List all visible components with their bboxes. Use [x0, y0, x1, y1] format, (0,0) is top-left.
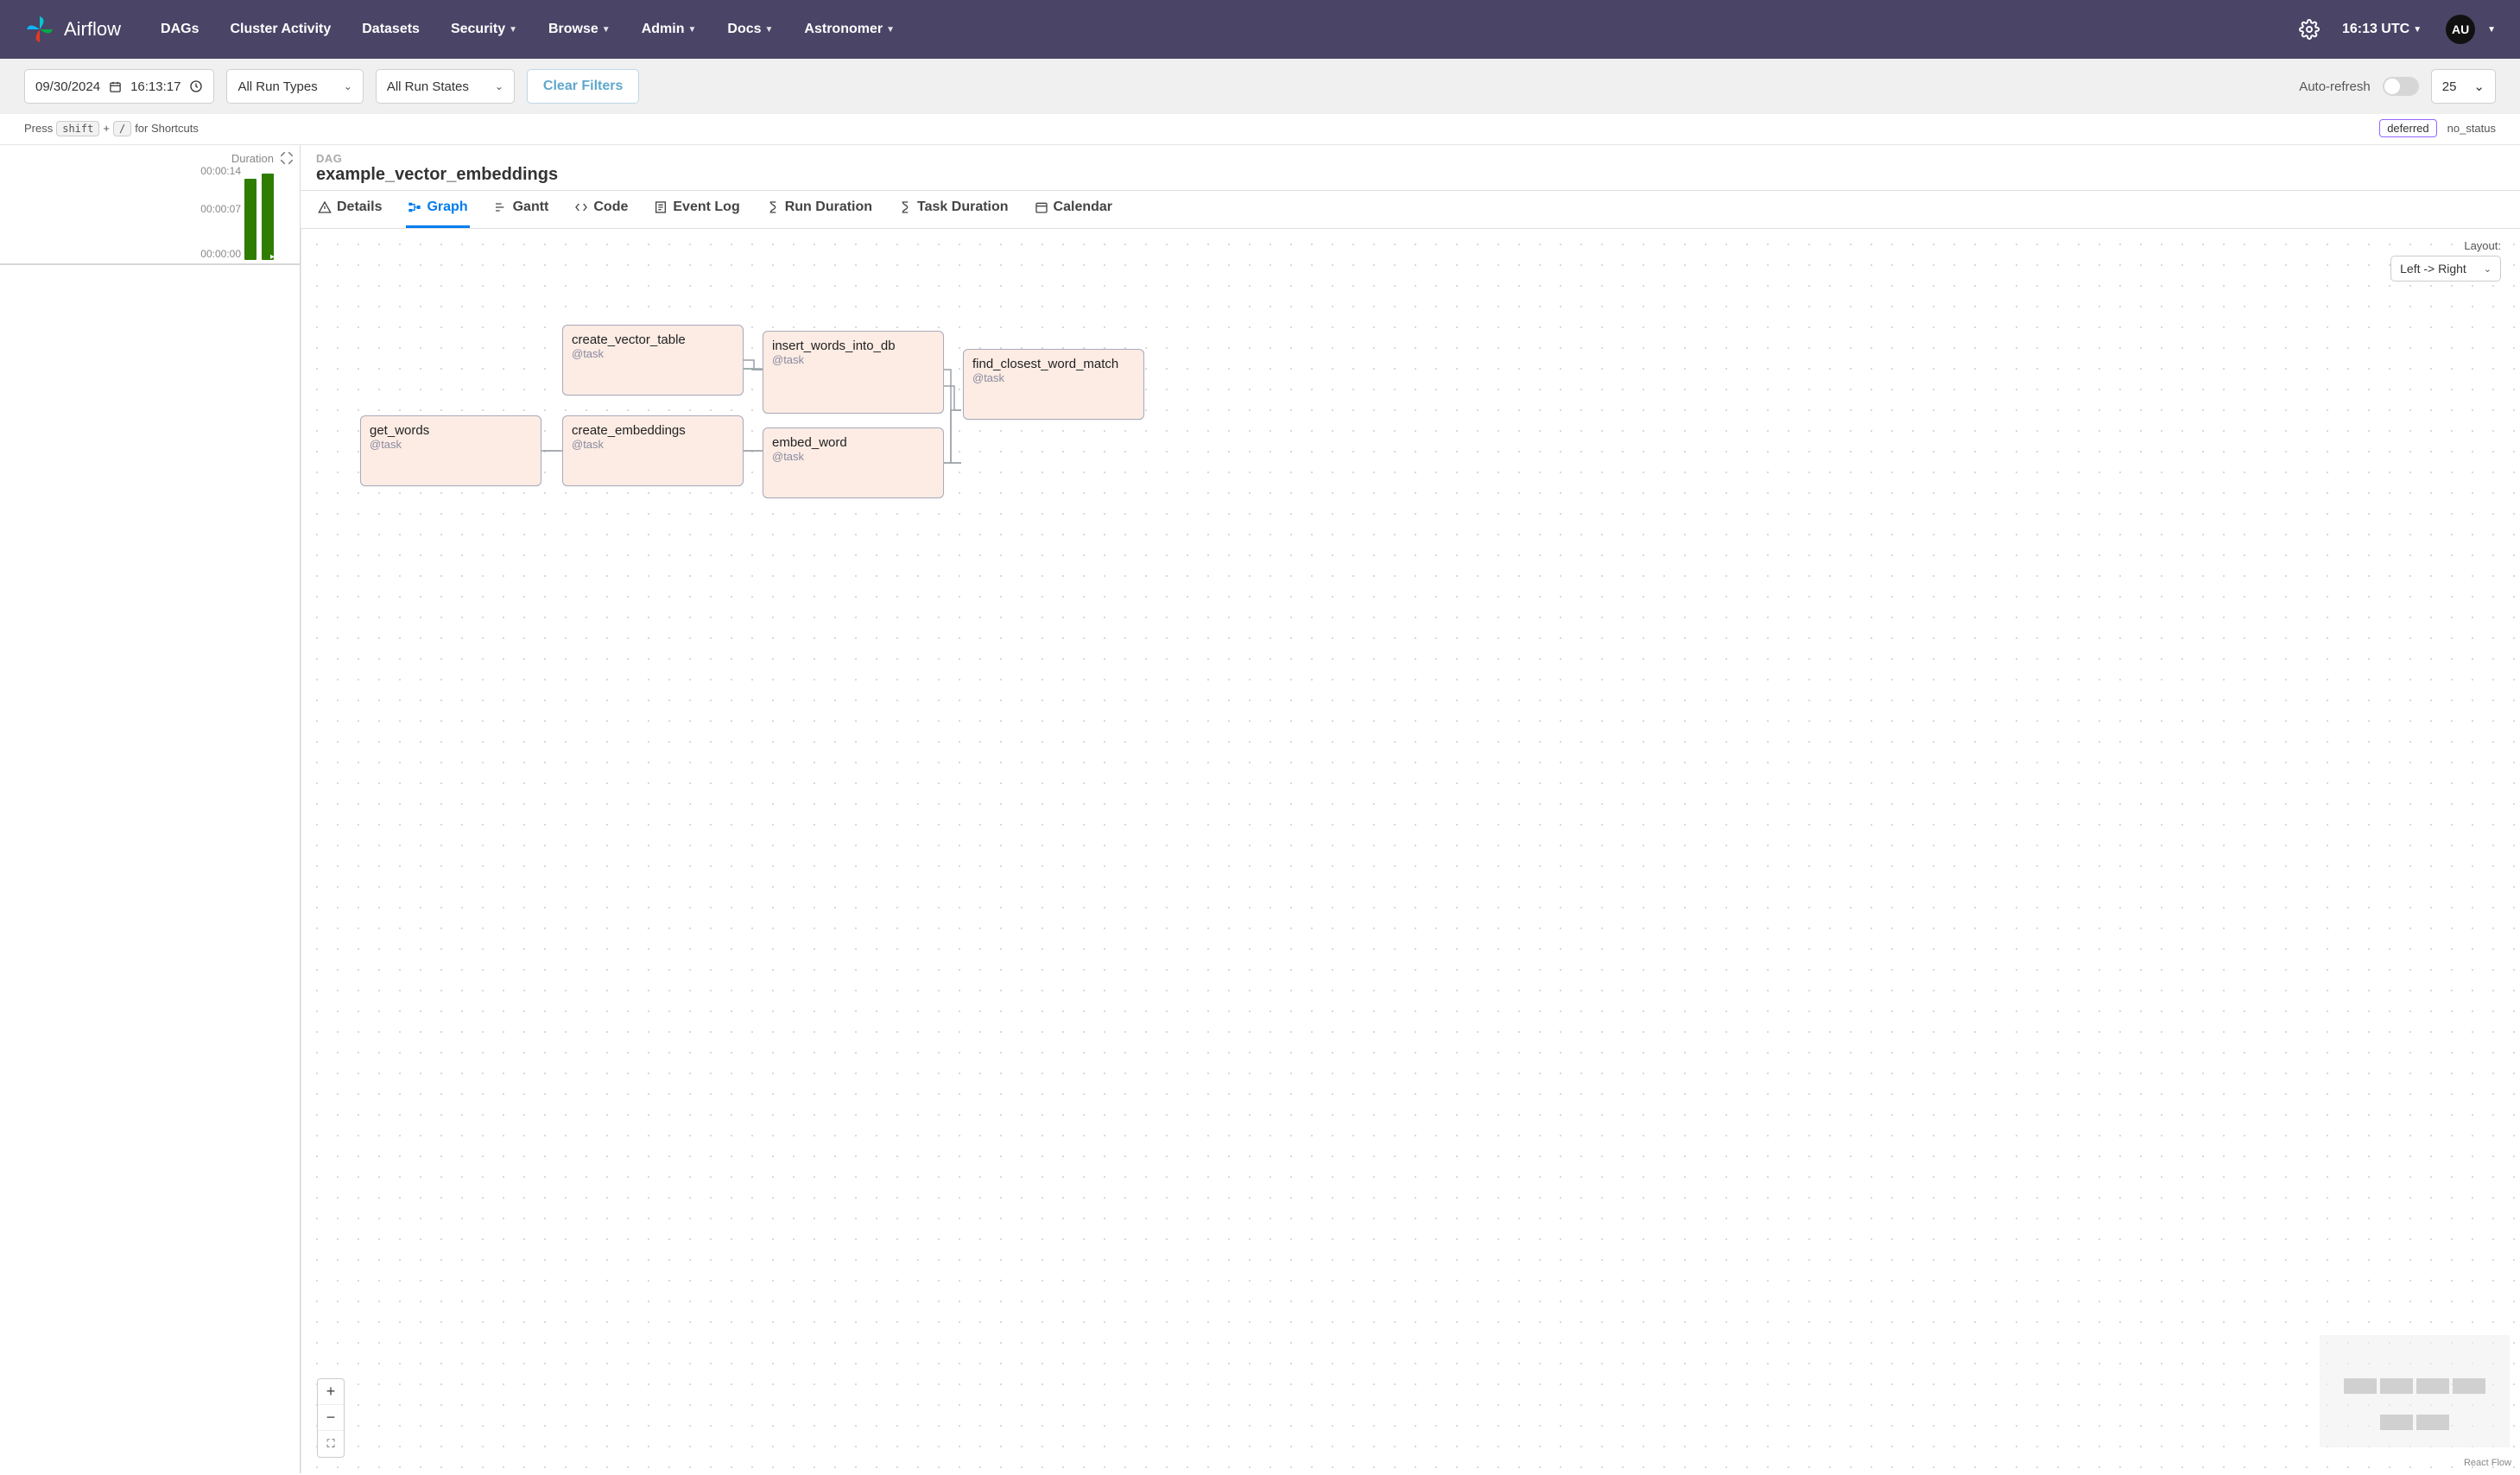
chevron-down-icon: ⌄	[2473, 79, 2485, 94]
graph-node-create_vector_table[interactable]: create_vector_table @task	[562, 325, 744, 396]
layout-select[interactable]: Left -> Right⌄	[2390, 256, 2501, 282]
time-value: 16:13:17	[130, 79, 180, 94]
datetime-input[interactable]: 09/30/2024 16:13:17	[24, 69, 214, 104]
brand-text: Airflow	[64, 18, 121, 41]
node-subtitle: @task	[370, 438, 532, 451]
auto-refresh-label: Auto-refresh	[2299, 79, 2371, 94]
run-types-select[interactable]: All Run Types⌄	[226, 69, 363, 104]
run-states-select[interactable]: All Run States⌄	[376, 69, 515, 104]
auto-refresh-toggle[interactable]	[2383, 77, 2419, 96]
brand[interactable]: Airflow	[24, 14, 121, 45]
zoom-out-button[interactable]: −	[318, 1405, 344, 1431]
slash-key: /	[113, 121, 131, 136]
airflow-pinwheel-icon	[24, 14, 55, 45]
zoom-fit-button[interactable]: ⛶	[318, 1431, 344, 1457]
grid-pane: Duration 00:00:14 00:00:07 00:00:00	[0, 145, 301, 1473]
user-avatar[interactable]: AU	[2446, 15, 2475, 44]
collapse-icon[interactable]	[279, 150, 294, 166]
nav-datasets[interactable]: Datasets	[350, 15, 432, 44]
ytick: 00:00:14	[200, 165, 241, 177]
chevron-down-icon: ⌄	[344, 80, 352, 92]
nav-dags[interactable]: DAGs	[149, 15, 211, 44]
legend-deferred[interactable]: deferred	[2379, 119, 2436, 137]
dag-label: DAG	[316, 152, 2504, 165]
graph-node-get_words[interactable]: get_words @task	[360, 415, 541, 486]
ytick: 00:00:07	[200, 203, 241, 215]
node-subtitle: @task	[772, 450, 934, 463]
page-size-select[interactable]: 25⌄	[2431, 69, 2496, 104]
layout-picker: Layout: Left -> Right⌄	[2390, 239, 2501, 282]
node-title: create_embeddings	[572, 423, 734, 438]
legend-no-status: no_status	[2444, 122, 2496, 135]
dag-name: example_vector_embeddings	[316, 165, 2504, 185]
tab-graph[interactable]: Graph	[406, 191, 469, 228]
caret-down-icon: ▼	[509, 25, 517, 35]
dag-tabs: Details Graph Gantt Code Event Log Run D…	[301, 191, 2520, 229]
chevron-down-icon: ⌄	[2484, 263, 2492, 275]
clock-icon	[189, 79, 203, 93]
shift-key: shift	[56, 121, 99, 136]
shortcut-hint: Press shift + / for Shortcuts	[24, 121, 199, 136]
nav-cluster-activity[interactable]: Cluster Activity	[218, 15, 343, 44]
top-navbar: Airflow DAGs Cluster Activity Datasets S…	[0, 0, 2520, 59]
filter-bar: 09/30/2024 16:13:17 All Run Types⌄ All R…	[0, 59, 2520, 114]
tab-gantt[interactable]: Gantt	[492, 191, 551, 228]
graph-node-find_closest_word_match[interactable]: find_closest_word_match @task	[963, 349, 1144, 420]
nav-docs[interactable]: Docs▼	[715, 15, 785, 44]
dag-header: DAG example_vector_embeddings	[301, 145, 2520, 191]
run-bar[interactable]	[262, 174, 274, 260]
reactflow-attribution: React Flow	[2464, 1458, 2511, 1468]
nav-astronomer[interactable]: Astronomer▼	[792, 15, 907, 44]
run-bar[interactable]	[244, 179, 256, 260]
minimap[interactable]	[2320, 1335, 2510, 1447]
tab-run-duration[interactable]: Run Duration	[764, 191, 874, 228]
node-title: create_vector_table	[572, 332, 734, 347]
caret-down-icon: ▼	[602, 25, 611, 35]
tab-task-duration[interactable]: Task Duration	[896, 191, 1010, 228]
nav-admin[interactable]: Admin▼	[630, 15, 709, 44]
ytick: 00:00:00	[200, 248, 241, 260]
caret-down-icon: ▼	[765, 25, 774, 35]
node-subtitle: @task	[972, 371, 1135, 384]
gear-icon[interactable]	[2299, 19, 2320, 40]
zoom-controls: + − ⛶	[317, 1378, 345, 1458]
node-title: embed_word	[772, 435, 934, 450]
node-title: find_closest_word_match	[972, 357, 1135, 371]
caret-down-icon: ▼	[2487, 25, 2496, 35]
legend-row: Press shift + / for Shortcuts deferred n…	[0, 114, 2520, 145]
caret-down-icon: ▼	[2413, 25, 2422, 35]
graph-node-insert_words_into_db[interactable]: insert_words_into_db @task	[763, 331, 944, 414]
node-subtitle: @task	[772, 353, 934, 366]
calendar-icon	[109, 80, 122, 93]
tab-calendar[interactable]: Calendar	[1033, 191, 1114, 228]
date-value: 09/30/2024	[35, 79, 100, 94]
zoom-in-button[interactable]: +	[318, 1379, 344, 1405]
caret-down-icon: ▼	[886, 25, 895, 35]
graph-node-create_embeddings[interactable]: create_embeddings @task	[562, 415, 744, 486]
clear-filters-button[interactable]: Clear Filters	[527, 69, 639, 104]
caret-down-icon: ▼	[687, 25, 696, 35]
node-subtitle: @task	[572, 347, 734, 360]
tab-event-log[interactable]: Event Log	[652, 191, 741, 228]
node-subtitle: @task	[572, 438, 734, 451]
nav-security[interactable]: Security▼	[439, 15, 529, 44]
chevron-down-icon: ⌄	[495, 80, 503, 92]
graph-canvas[interactable]: Layout: Left -> Right⌄	[301, 229, 2520, 1473]
timezone-picker[interactable]: 16:13 UTC▼	[2342, 22, 2422, 37]
layout-label: Layout:	[2390, 239, 2501, 252]
tab-code[interactable]: Code	[573, 191, 630, 228]
node-title: get_words	[370, 423, 532, 438]
duration-bar-chart: 00:00:14 00:00:07 00:00:00	[10, 165, 289, 260]
node-title: insert_words_into_db	[772, 339, 934, 353]
task-list	[0, 263, 300, 265]
graph-node-embed_word[interactable]: embed_word @task	[763, 427, 944, 498]
tab-details[interactable]: Details	[316, 191, 383, 228]
nav-browse[interactable]: Browse▼	[536, 15, 623, 44]
duration-label: Duration	[10, 152, 289, 165]
